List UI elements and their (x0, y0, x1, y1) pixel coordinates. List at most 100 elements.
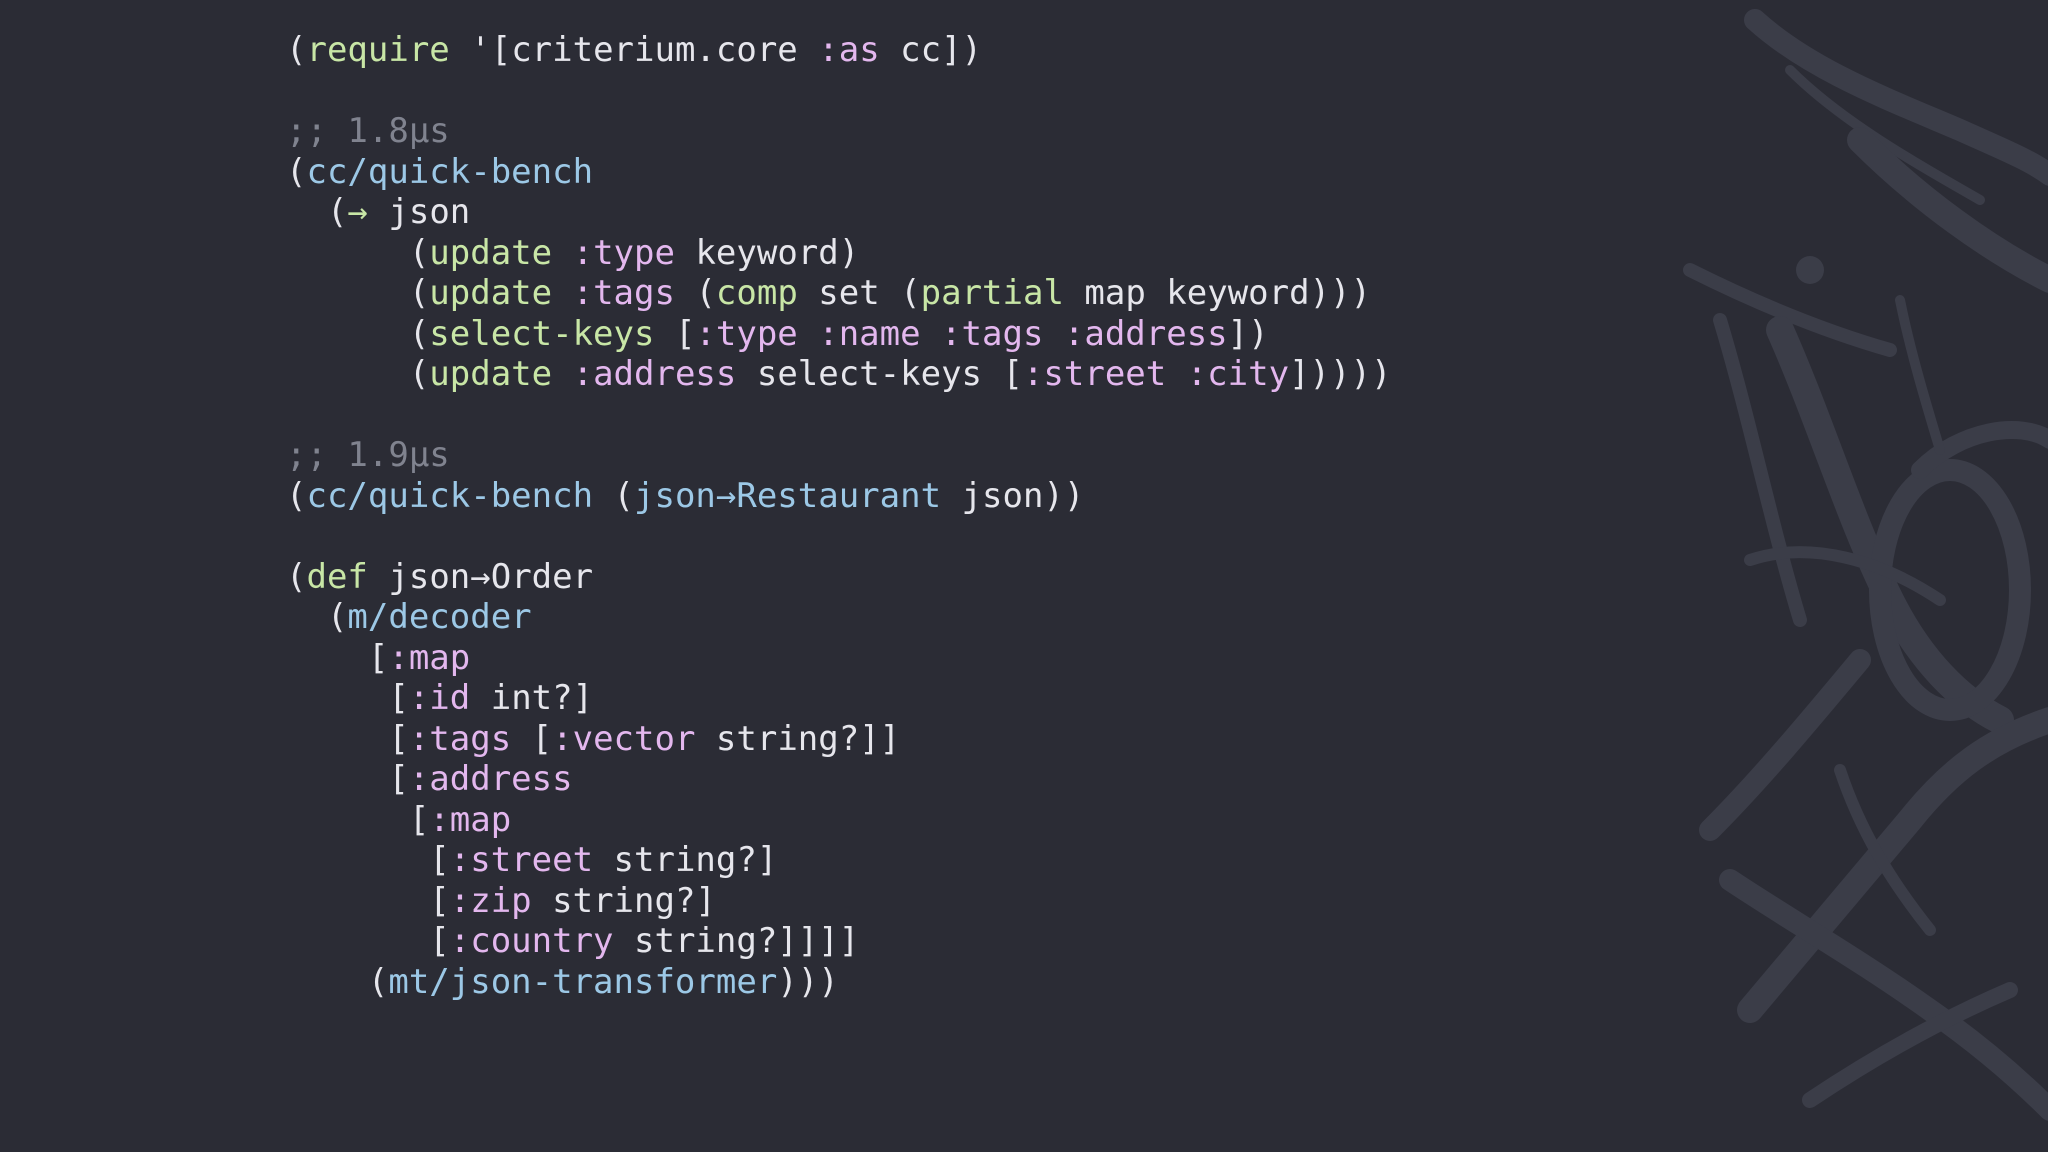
code-line: (select-keys [:type :name :tags :address… (286, 314, 1391, 355)
function-token: require (306, 30, 450, 70)
function-token: update (429, 354, 553, 394)
function-token: → (347, 192, 368, 232)
code-line: [:zip string?] (286, 881, 1391, 922)
code-line: (cc/quick-bench (json→Restaurant json)) (286, 476, 1391, 517)
code-text: ]) (1227, 313, 1269, 354)
code-line: (require '[criterium.core :as cc]) (286, 30, 1391, 71)
code-text: [ (286, 759, 409, 799)
code-text: ( (286, 354, 430, 394)
code-line: (cc/quick-bench (286, 152, 1391, 193)
code-line: [:street string?] (286, 840, 1391, 881)
code-line: (m/decoder (286, 597, 1391, 638)
code-text: [ (654, 313, 696, 354)
code-text: ( (286, 313, 430, 354)
function-token: select-keys (429, 313, 655, 354)
keyword-token: :id (408, 678, 471, 718)
code-text: set ( (797, 273, 921, 313)
keyword-token: :street (449, 840, 594, 880)
code-text: string?]]]] (613, 921, 860, 961)
code-line: (def json→Order (286, 557, 1391, 598)
code-text: string?] (531, 880, 716, 921)
function-token: def (306, 556, 368, 597)
code-text: [ (286, 678, 409, 718)
brush-lettering-logo-icon (1660, 0, 2048, 1152)
code-text: ( (286, 192, 348, 232)
comment-token: ;; 1.8µs (286, 111, 450, 151)
keyword-token: :tags (572, 273, 675, 313)
code-line: (update :address select-keys [:street :c… (286, 354, 1392, 395)
code-text: cc]) (879, 30, 983, 70)
keyword-token: :address (572, 354, 737, 394)
code-text: ( (286, 273, 430, 313)
keyword-token: :zip (449, 880, 532, 921)
keyword-token: :map (388, 637, 471, 678)
code-text: [ (286, 840, 450, 880)
code-line: ;; 1.9µs (286, 435, 1391, 476)
code-text: json (367, 192, 471, 232)
code-text: ( (674, 273, 716, 313)
symbol-token: cc/quick-bench (306, 475, 594, 516)
keyword-token: :address (408, 759, 573, 799)
code-line: (→ json (286, 192, 1391, 233)
code-text: '[criterium.core (449, 30, 819, 70)
code-text: json→Order (367, 556, 594, 597)
code-text: [ (286, 718, 409, 759)
code-text: select-keys [ (736, 354, 1023, 394)
code-line: (mt/json-transformer))) (286, 962, 1391, 1003)
code-line: [:tags [:vector string?]] (286, 719, 1391, 760)
code-text: ( (286, 556, 307, 597)
comment-token: ;; 1.9µs (286, 435, 450, 475)
keyword-token: :vector (552, 718, 696, 759)
symbol-token: cc/quick-bench (306, 151, 594, 192)
code-line: ;; 1.8µs (286, 111, 1391, 152)
code-text: ( (286, 30, 307, 70)
function-token: comp (715, 273, 798, 313)
keyword-token: :type :name :tags :address (695, 313, 1228, 354)
function-token: partial (920, 273, 1064, 313)
function-token: update (429, 273, 553, 313)
code-text: ])))) (1289, 354, 1392, 394)
code-text: int?] (470, 678, 594, 718)
keyword-token: :tags (408, 718, 512, 759)
code-text: [ (286, 799, 430, 840)
code-text: ))) (777, 961, 839, 1002)
code-block: (require '[criterium.core :as cc]) ;; 1.… (286, 30, 1391, 1002)
code-text: ( (286, 232, 430, 273)
code-text: [ (286, 880, 450, 921)
code-line: [:map (286, 800, 1391, 841)
code-line: [:country string?]]]] (286, 921, 1391, 962)
code-text: ( (286, 151, 307, 192)
code-text: ( (593, 475, 635, 516)
code-line: [:map (286, 638, 1391, 679)
code-line: (update :type keyword) (286, 233, 1391, 274)
code-text: [ (286, 637, 389, 678)
keyword-token: :street :city (1022, 354, 1290, 394)
code-text: string?]] (695, 718, 901, 759)
code-text: ( (286, 475, 307, 516)
code-text: ( (286, 597, 348, 637)
code-text: map keyword))) (1063, 273, 1371, 313)
keyword-token: :as (818, 30, 880, 70)
function-token: update (429, 232, 553, 273)
code-text: json)) (941, 475, 1085, 516)
keyword-token: :country (449, 921, 614, 961)
code-text: string?] (593, 840, 778, 880)
code-line: (update :tags (comp set (partial map key… (286, 273, 1391, 314)
code-text: keyword) (674, 232, 860, 273)
keyword-token: :type (572, 232, 675, 273)
code-text: [ (286, 921, 450, 961)
symbol-token: json→Restaurant (634, 475, 942, 516)
keyword-token: :map (429, 799, 512, 840)
code-line: [:address (286, 759, 1391, 800)
code-text: [ (511, 718, 553, 759)
code-line: [:id int?] (286, 678, 1391, 719)
symbol-token: mt/json-transformer (388, 961, 778, 1002)
symbol-token: m/decoder (347, 597, 532, 637)
code-text: ( (286, 961, 389, 1002)
